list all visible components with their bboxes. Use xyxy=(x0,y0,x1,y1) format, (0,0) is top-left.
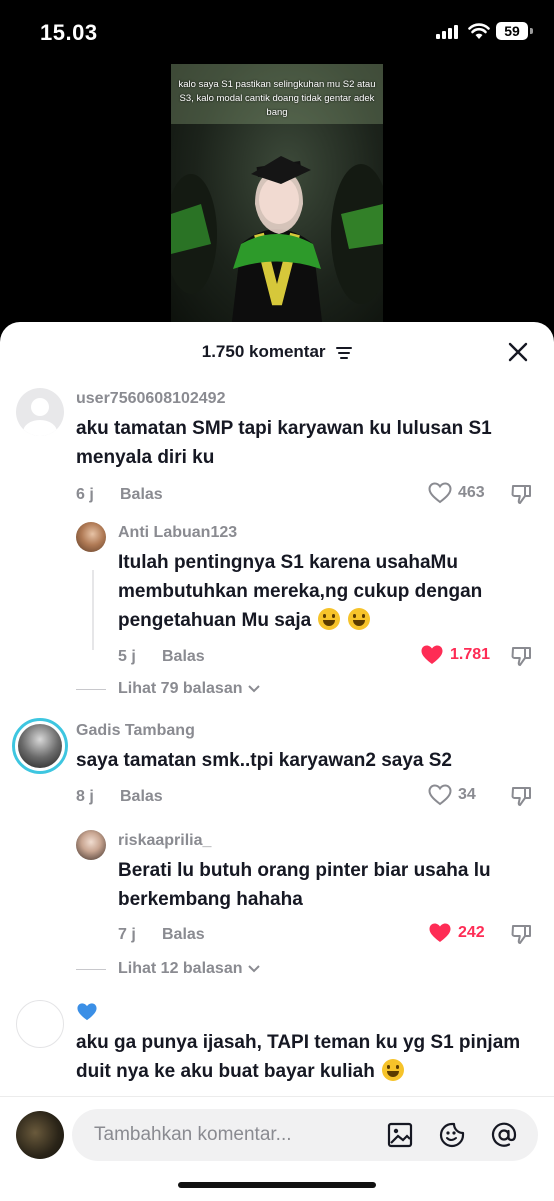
like-button[interactable]: 242 xyxy=(428,922,485,944)
comment-time: 6 j xyxy=(76,486,94,503)
dislike-icon[interactable] xyxy=(510,922,534,946)
comment-text: aku ga punya ijasah, TAPI teman ku yg S1… xyxy=(76,1028,536,1086)
comment-text: Itulah pentingnya S1 karena usahaMu memb… xyxy=(118,548,538,635)
grinning-emoji-icon xyxy=(318,608,341,630)
comments-sheet: 1.750 komentar user7560608102492 aku tam… xyxy=(0,322,554,1200)
reply-button[interactable]: Balas xyxy=(162,648,205,666)
sort-filter-icon[interactable] xyxy=(336,346,353,359)
comment-username[interactable]: user7560608102492 xyxy=(76,390,225,408)
home-indicator[interactable] xyxy=(178,1182,376,1188)
comment-text: aku tamatan SMP tapi karyawan ku lulusan… xyxy=(76,418,492,468)
comment-time: 7 j xyxy=(118,926,136,943)
avatar-photo xyxy=(18,724,62,768)
comment-text-body: aku ga punya ijasah, TAPI teman ku yg S1… xyxy=(76,1032,521,1082)
blue-heart-icon xyxy=(77,1003,97,1021)
dislike-icon[interactable] xyxy=(510,644,534,668)
avatar[interactable] xyxy=(16,388,64,436)
status-bar: 15.03 59 xyxy=(0,0,554,62)
comment-item: aku ga punya ijasah, TAPI teman ku yg S1… xyxy=(0,998,554,1098)
comment-username[interactable]: riskaaprilia_ xyxy=(118,832,211,850)
like-button[interactable]: 1.781 xyxy=(420,644,490,666)
sheet-header: 1.750 komentar xyxy=(0,322,554,382)
comment-time: 5 j xyxy=(118,648,136,665)
video-preview[interactable]: kalo saya S1 pastikan selingkuhan mu S2 … xyxy=(171,64,383,330)
comment-text-body: Itulah pentingnya S1 karena usahaMu memb… xyxy=(118,552,483,631)
clock: 15.03 xyxy=(40,20,98,45)
reply-button[interactable]: Balas xyxy=(120,486,163,504)
view-replies-label: Lihat 12 balasan xyxy=(118,960,243,977)
chevron-down-icon xyxy=(247,685,260,693)
comment-text: saya tamatan smk..tpi karyawan2 saya S2 xyxy=(76,750,453,771)
avatar[interactable] xyxy=(76,830,106,860)
avatar[interactable] xyxy=(12,718,68,774)
battery-cap xyxy=(530,28,533,34)
reply-item: riskaaprilia_ Berati lu butuh orang pint… xyxy=(0,828,554,956)
comment-count-title[interactable]: 1.750 komentar xyxy=(0,342,554,362)
image-icon[interactable] xyxy=(386,1121,414,1149)
dislike-icon[interactable] xyxy=(510,482,534,506)
comment-item: user7560608102492 aku tamatan SMP tapi k… xyxy=(0,386,554,516)
heart-filled-icon xyxy=(421,645,443,664)
reply-button[interactable]: Balas xyxy=(120,788,163,806)
like-button[interactable]: 34 xyxy=(428,784,476,806)
heart-outline-icon xyxy=(428,784,452,806)
comment-username[interactable]: Gadis Tambang xyxy=(76,722,195,740)
heart-filled-icon xyxy=(429,923,451,942)
like-count: 463 xyxy=(458,484,485,501)
divider xyxy=(76,968,106,970)
comment-time: 8 j xyxy=(76,788,94,805)
cellular-signal-icon xyxy=(436,25,458,39)
mention-icon[interactable] xyxy=(490,1121,518,1149)
reply-button[interactable]: Balas xyxy=(162,926,205,944)
user-avatar[interactable] xyxy=(16,1111,64,1159)
video-caption: kalo saya S1 pastikan selingkuhan mu S2 … xyxy=(178,79,376,118)
view-replies-button[interactable]: Lihat 79 balasan xyxy=(76,680,261,698)
comment-text: Berati lu butuh orang pinter biar usaha … xyxy=(118,860,491,910)
comment-item: Gadis Tambang saya tamatan smk..tpi kary… xyxy=(0,718,554,818)
like-count: 34 xyxy=(458,786,476,803)
default-avatar-icon xyxy=(23,398,57,436)
comment-count-label: 1.750 komentar xyxy=(201,342,326,361)
divider xyxy=(76,688,106,690)
wifi-icon xyxy=(468,23,490,39)
comment-username[interactable]: Anti Labuan123 xyxy=(118,524,237,542)
view-replies-label: Lihat 79 balasan xyxy=(118,680,243,697)
comment-input[interactable]: Tambahkan komentar... xyxy=(72,1109,538,1161)
battery-indicator: 59 xyxy=(496,22,528,40)
dislike-icon[interactable] xyxy=(510,784,534,808)
grinning-emoji-icon xyxy=(347,608,370,630)
heart-outline-icon xyxy=(428,482,452,504)
avatar[interactable] xyxy=(76,522,106,552)
like-button[interactable]: 463 xyxy=(428,482,485,504)
view-replies-button[interactable]: Lihat 12 balasan xyxy=(76,960,261,978)
avatar[interactable] xyxy=(16,1000,64,1048)
reply-item: Anti Labuan123 Itulah pentingnya S1 kare… xyxy=(0,520,554,670)
emoji-sticker-icon[interactable] xyxy=(438,1121,466,1149)
like-count: 1.781 xyxy=(450,646,491,663)
comment-input-placeholder: Tambahkan komentar... xyxy=(94,1124,292,1145)
like-count: 242 xyxy=(458,924,485,941)
chevron-down-icon xyxy=(247,965,260,973)
grinning-emoji-icon xyxy=(382,1059,405,1081)
close-icon[interactable] xyxy=(506,340,530,364)
